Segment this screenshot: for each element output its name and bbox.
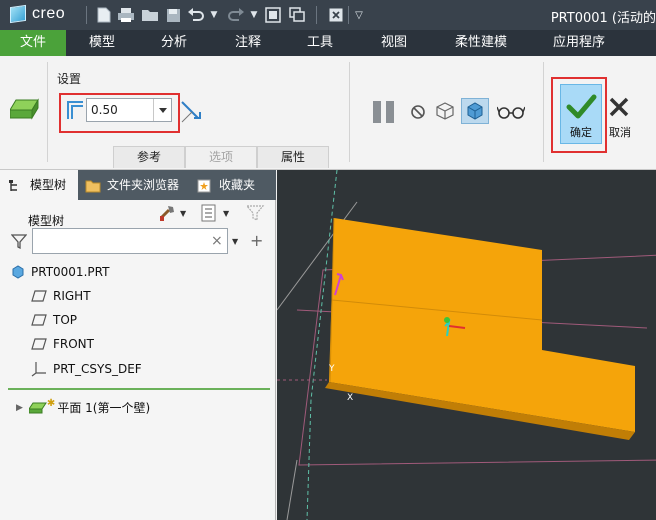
filter-dropdown-icon[interactable]: ▼ (232, 237, 238, 246)
tree-item-csys[interactable]: PRT_CSYS_DEF (31, 361, 142, 377)
tree-item-front-plane[interactable]: FRONT (31, 337, 94, 351)
plane-name: TOP (53, 313, 78, 327)
tree-settings-icon[interactable] (200, 204, 218, 225)
ribbon-separator (349, 62, 350, 162)
save-icon[interactable] (164, 5, 182, 25)
tab-model[interactable]: 模型 (80, 30, 124, 56)
left-panel-tabs: 模型树 文件夹浏览器 收藏夹 (0, 170, 276, 200)
favorites-icon (197, 170, 211, 200)
datum-plane-icon (31, 338, 47, 350)
document-title: PRT0001 (活动的 (550, 11, 656, 26)
customize-toolbar-icon[interactable]: ▽ (352, 5, 366, 25)
add-filter-icon[interactable]: + (250, 231, 263, 250)
pause-icon[interactable] (372, 100, 396, 127)
geometry-preview-icon[interactable] (434, 101, 456, 124)
cancel-icon[interactable] (608, 96, 630, 121)
flip-thickness-icon[interactable] (180, 98, 202, 127)
part-icon (12, 265, 24, 279)
subtab-properties[interactable]: 属性 (257, 146, 329, 168)
windows-icon[interactable] (288, 5, 306, 25)
insert-here-indicator (8, 388, 270, 390)
tab-flexible-modeling[interactable]: 柔性建模 (448, 30, 514, 56)
undo-dropdown-icon[interactable]: ▼ (208, 5, 220, 25)
toolbar-separator (348, 6, 349, 24)
csys-icon (31, 362, 46, 377)
model-tree-tab-label: 模型树 (30, 178, 67, 192)
verify-glasses-icon[interactable] (496, 104, 526, 123)
title-bar: creo ▼ ▼ ▽ PRT0001 (活动的 (0, 0, 656, 30)
subtab-references[interactable]: 参考 (113, 146, 185, 168)
sheetmetal-wall[interactable] (325, 217, 635, 440)
tab-annotate[interactable]: 注释 (226, 30, 270, 56)
expand-arrow-icon[interactable]: ▶ (16, 403, 23, 413)
planar-wall-feature-icon (9, 96, 40, 127)
tree-tools-dropdown-icon[interactable]: ▼ (180, 209, 186, 218)
filter-funnel-icon[interactable] (10, 233, 28, 252)
cancel-button-label[interactable]: 取消 (604, 124, 636, 140)
plane-name: FRONT (53, 337, 94, 351)
tab-tools[interactable]: 工具 (298, 30, 342, 56)
new-file-icon[interactable] (95, 5, 113, 25)
folder-browser-tab-label: 文件夹浏览器 (107, 178, 180, 192)
csys-name: PRT_CSYS_DEF (53, 362, 142, 376)
tree-item-planar-wall[interactable]: ▶ ✱ 平面 1(第一个壁) (16, 398, 151, 416)
thickness-icon (67, 101, 83, 119)
regenerate-icon[interactable] (264, 5, 282, 25)
part-name: PRT0001.PRT (31, 265, 110, 279)
tab-folder-browser[interactable]: 文件夹浏览器 (80, 170, 188, 200)
datum-plane-icon (31, 314, 47, 326)
model-tree-title: 模型树 (28, 214, 65, 228)
ribbon-separator (47, 62, 48, 162)
redo-dropdown-icon[interactable]: ▼ (248, 5, 260, 25)
model-tree-tab-icon (8, 170, 22, 200)
creo-logo: creo (10, 4, 66, 24)
tab-view[interactable]: 视图 (372, 30, 416, 56)
tree-filter-display-icon[interactable] (245, 204, 265, 225)
tree-settings-dropdown-icon[interactable]: ▼ (223, 209, 229, 218)
tree-item-part[interactable]: PRT0001.PRT (11, 265, 109, 279)
settings-group-label: 设置 (57, 72, 82, 86)
favorites-tab-label: 收藏夹 (219, 178, 256, 192)
wall-feature-name: 平面 1(第一个壁) (57, 401, 151, 415)
model-canvas[interactable]: Y X (277, 170, 656, 520)
logo-text: creo (32, 5, 66, 22)
print-icon[interactable] (116, 5, 136, 25)
graphics-viewport[interactable]: Y X (277, 170, 656, 520)
ribbon-tabs: 文件 模型 分析 注释 工具 视图 柔性建模 应用程序 (0, 30, 656, 56)
model-tree-panel: 模型树 ▼ ▼ × ▼ + PRT0001.PRT RIGHT TOP FRON… (0, 200, 276, 520)
tab-analysis[interactable]: 分析 (152, 30, 196, 56)
ok-button-label: 确定 (570, 126, 592, 139)
tree-tools-icon[interactable] (158, 204, 176, 225)
undo-icon[interactable] (186, 5, 206, 25)
tree-filter-input[interactable] (32, 228, 228, 254)
plane-name: RIGHT (53, 289, 91, 303)
tab-file[interactable]: 文件 (0, 30, 66, 56)
subtab-options[interactable]: 选项 (185, 146, 257, 168)
thickness-dropdown-icon[interactable] (153, 99, 171, 121)
feature-preview-icon[interactable] (461, 98, 489, 124)
toolbar-separator (86, 6, 87, 24)
ribbon-separator (543, 62, 544, 162)
close-window-icon[interactable] (328, 5, 344, 25)
redo-icon[interactable] (226, 5, 246, 25)
tab-favorites[interactable]: 收藏夹 (192, 170, 276, 200)
clear-filter-icon[interactable]: × (211, 233, 223, 249)
axis-x-label: X (347, 393, 353, 403)
datum-plane-icon (31, 290, 47, 302)
ribbon-panel: 设置 0.50 确定 取消 参考 选项 属性 (0, 56, 656, 170)
planar-wall-icon (28, 402, 47, 413)
insert-marker-icon: ✱ (46, 398, 56, 409)
axis-y-label: Y (328, 364, 335, 374)
open-folder-icon[interactable] (140, 5, 160, 25)
toolbar-separator (316, 6, 317, 24)
creo-cube-icon (10, 4, 26, 24)
tree-item-right-plane[interactable]: RIGHT (31, 289, 91, 303)
no-preview-icon[interactable] (410, 104, 426, 123)
tree-item-top-plane[interactable]: TOP (31, 313, 77, 327)
tab-model-tree[interactable]: 模型树 (0, 170, 78, 200)
folder-browser-icon (85, 170, 101, 200)
tab-applications[interactable]: 应用程序 (546, 30, 612, 56)
